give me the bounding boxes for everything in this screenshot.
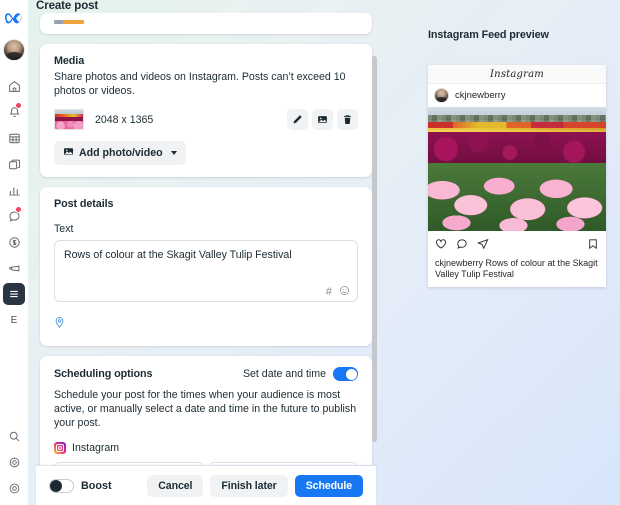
search-icon[interactable] <box>0 423 28 449</box>
footer-buttons: Cancel Finish later Schedule <box>147 474 363 497</box>
time-input[interactable]: 0…:15P… <box>209 462 358 465</box>
sidebar-item-all-tools[interactable] <box>3 283 25 305</box>
share-icon[interactable] <box>477 237 489 255</box>
date-input[interactable]: Nov 8, 2023 <box>54 462 203 465</box>
instagram-preview-card: Instagram ckjnewberry ckjnewberry Rows o… <box>428 65 606 287</box>
inbox-badge <box>15 206 22 213</box>
post-details-title: Post details <box>54 198 114 210</box>
preview-title: Instagram Feed preview <box>428 29 549 41</box>
sidebar-item-insights[interactable] <box>0 177 28 203</box>
photo-icon <box>63 146 74 160</box>
scheduling-header: Scheduling options Set date and time <box>54 367 358 381</box>
trash-icon[interactable] <box>337 109 358 130</box>
post-details-card: Post details Text # <box>40 187 372 346</box>
add-photo-video-button[interactable]: Add photo/video <box>54 141 186 165</box>
emoji-icon[interactable] <box>339 283 350 301</box>
text-tools: # <box>326 283 350 301</box>
boost-group: Boost <box>49 478 112 493</box>
preview-avatar <box>434 88 449 103</box>
app-root: E Create post Media Share photos and vid… <box>0 0 620 505</box>
comment-icon[interactable] <box>456 237 468 255</box>
sidebar-item-inbox[interactable] <box>0 203 28 229</box>
scheduling-card: Scheduling options Set date and time Sch… <box>40 356 372 465</box>
location-row <box>54 316 358 334</box>
media-title: Media <box>54 55 85 67</box>
preview-actions <box>428 231 606 258</box>
instagram-wordmark-bar: Instagram <box>428 65 606 84</box>
date-time-row: Nov 8, 2023 0…:15P… <box>54 462 358 465</box>
boost-label: Boost <box>81 479 112 492</box>
preview-caption: ckjnewberry Rows of colour at the Skagit… <box>428 258 606 287</box>
set-date-time-toggle[interactable] <box>333 367 358 381</box>
finish-later-button[interactable]: Finish later <box>210 474 288 497</box>
composer-scrollbar[interactable] <box>372 56 377 442</box>
add-photo-video-label: Add photo/video <box>79 147 163 159</box>
cancel-button[interactable]: Cancel <box>147 474 204 497</box>
rail-bottom-group <box>0 423 28 505</box>
scheduling-title: Scheduling options <box>54 368 153 380</box>
sidebar-item-letter[interactable]: E <box>11 315 18 326</box>
page-title: Create post <box>36 0 99 12</box>
notification-badge <box>15 102 22 109</box>
instagram-wordmark: Instagram <box>490 68 544 80</box>
preview-user-row: ckjnewberry <box>428 84 606 107</box>
preview-photo <box>428 107 606 231</box>
bookmark-icon[interactable] <box>587 237 599 255</box>
location-pin-icon[interactable] <box>54 316 65 329</box>
left-nav-rail: E <box>0 0 28 505</box>
composer-scroll-area[interactable]: Media Share photos and videos on Instagr… <box>36 13 376 465</box>
media-dimensions: 2048 x 1365 <box>95 113 154 126</box>
media-description: Share photos and videos on Instagram. Po… <box>54 71 346 97</box>
sidebar-item-monetization[interactable] <box>0 229 28 255</box>
sidebar-item-home[interactable] <box>0 73 28 99</box>
meta-logo <box>4 12 24 31</box>
preview-username: ckjnewberry <box>455 90 506 101</box>
account-row: Instagram <box>54 442 358 454</box>
heart-icon[interactable] <box>435 237 447 255</box>
pencil-icon[interactable] <box>287 109 308 130</box>
chevron-down-icon <box>170 151 177 155</box>
gear-icon[interactable] <box>0 449 28 475</box>
composer-panel: Create post Media Share photos and video… <box>28 0 377 505</box>
sidebar-item-notifications[interactable] <box>0 99 28 125</box>
account-name: Instagram <box>72 442 120 454</box>
media-thumbnail[interactable] <box>54 109 84 130</box>
scheduling-description: Schedule your post for the times when yo… <box>54 389 357 429</box>
schedule-button[interactable]: Schedule <box>294 474 363 497</box>
set-date-time-label: Set date and time <box>242 368 326 380</box>
composer-footer: Boost Cancel Finish later Schedule <box>36 466 376 505</box>
media-card: Media Share photos and videos on Instagr… <box>40 44 372 177</box>
sidebar-item-pages[interactable] <box>0 151 28 177</box>
instagram-icon <box>54 442 66 454</box>
media-item-row: 2048 x 1365 <box>54 109 358 130</box>
help-gear-icon[interactable] <box>0 475 28 501</box>
sidebar-item-planner[interactable] <box>0 125 28 151</box>
boost-toggle[interactable] <box>49 478 74 493</box>
text-field-label: Text <box>54 223 74 235</box>
avatar[interactable] <box>3 39 25 61</box>
scrolled-card-top <box>40 13 372 34</box>
post-text-input[interactable] <box>54 240 358 302</box>
media-action-buttons <box>287 109 358 130</box>
hashtag-icon[interactable]: # <box>326 286 332 298</box>
sidebar-item-ads[interactable] <box>0 255 28 281</box>
preview-caption-user: ckjnewberry <box>435 258 484 268</box>
clipped-content <box>54 20 84 24</box>
preview-panel: Instagram Feed preview Instagram ckjnewb… <box>420 0 620 505</box>
image-icon[interactable] <box>312 109 333 130</box>
